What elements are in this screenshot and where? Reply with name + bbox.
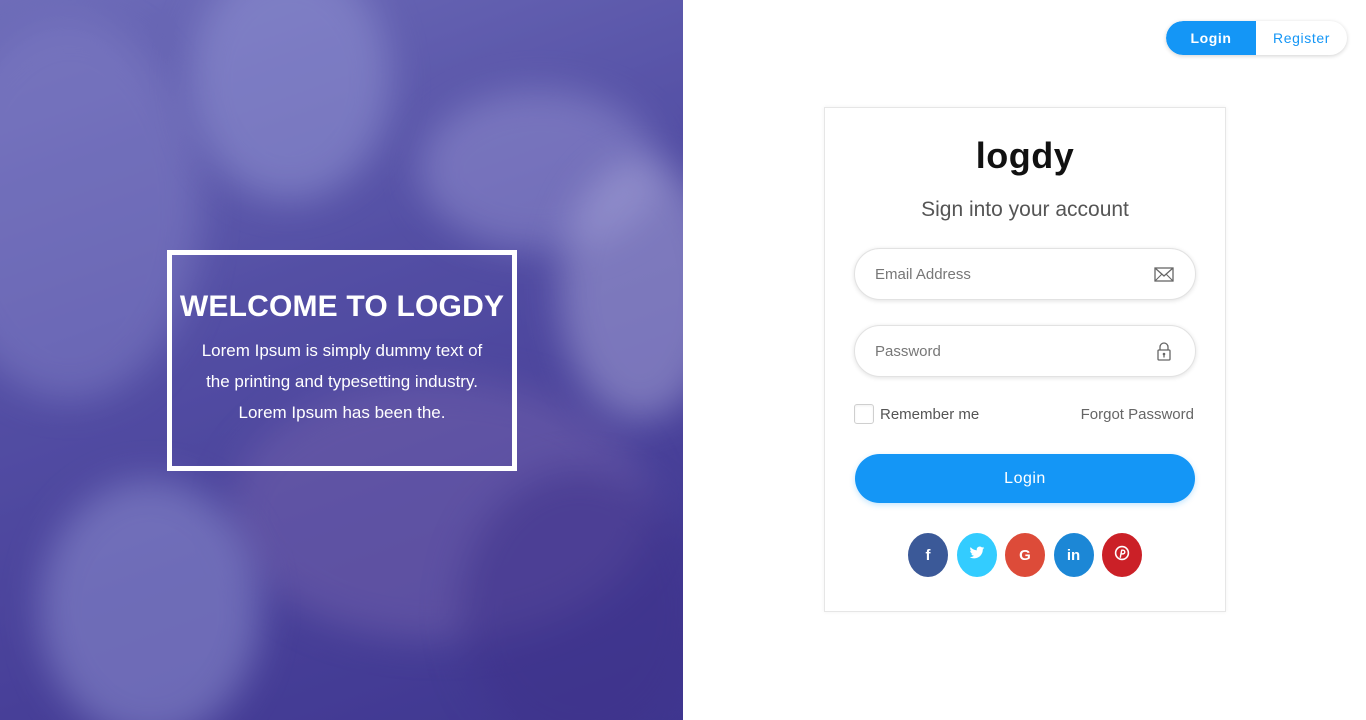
linkedin-icon: in bbox=[1066, 546, 1081, 564]
social-buttons: f G in bbox=[908, 533, 1151, 577]
register-tab[interactable]: Register bbox=[1256, 21, 1347, 55]
card-subtitle: Sign into your account bbox=[921, 198, 1129, 221]
auth-toggle: Login Register bbox=[1166, 21, 1347, 55]
login-tab[interactable]: Login bbox=[1166, 21, 1256, 55]
welcome-box: WELCOME TO LOGDY Lorem Ipsum is simply d… bbox=[167, 250, 517, 471]
pinterest-icon bbox=[1114, 545, 1130, 565]
twitter-button[interactable] bbox=[956, 533, 997, 577]
password-field bbox=[854, 325, 1196, 377]
welcome-text: Lorem Ipsum is simply dummy text of the … bbox=[201, 341, 483, 422]
linkedin-button[interactable]: in bbox=[1053, 533, 1094, 577]
remember-label: Remember me bbox=[880, 405, 980, 423]
remember-me[interactable]: Remember me bbox=[854, 404, 979, 424]
logo: logdy bbox=[975, 135, 1075, 176]
forgot-password-link[interactable]: Forgot Password bbox=[1081, 406, 1194, 423]
hero-panel: WELCOME TO LOGDY Lorem Ipsum is simply d… bbox=[0, 0, 683, 720]
remember-checkbox[interactable] bbox=[854, 404, 874, 424]
login-card: logdy Sign into your account Remember me… bbox=[824, 107, 1226, 612]
login-button[interactable]: Login bbox=[855, 454, 1195, 503]
email-input[interactable] bbox=[875, 249, 1145, 299]
google-icon: G bbox=[1019, 546, 1031, 564]
password-input[interactable] bbox=[875, 326, 1145, 376]
lock-icon bbox=[1153, 340, 1175, 362]
google-button[interactable]: G bbox=[1005, 533, 1045, 577]
pinterest-button[interactable] bbox=[1102, 533, 1142, 577]
welcome-title: WELCOME TO LOGDY bbox=[179, 290, 505, 323]
facebook-icon: f bbox=[925, 546, 931, 564]
twitter-icon bbox=[969, 546, 985, 564]
email-field bbox=[854, 248, 1196, 300]
envelope-icon bbox=[1153, 263, 1175, 285]
facebook-button[interactable]: f bbox=[908, 533, 948, 577]
